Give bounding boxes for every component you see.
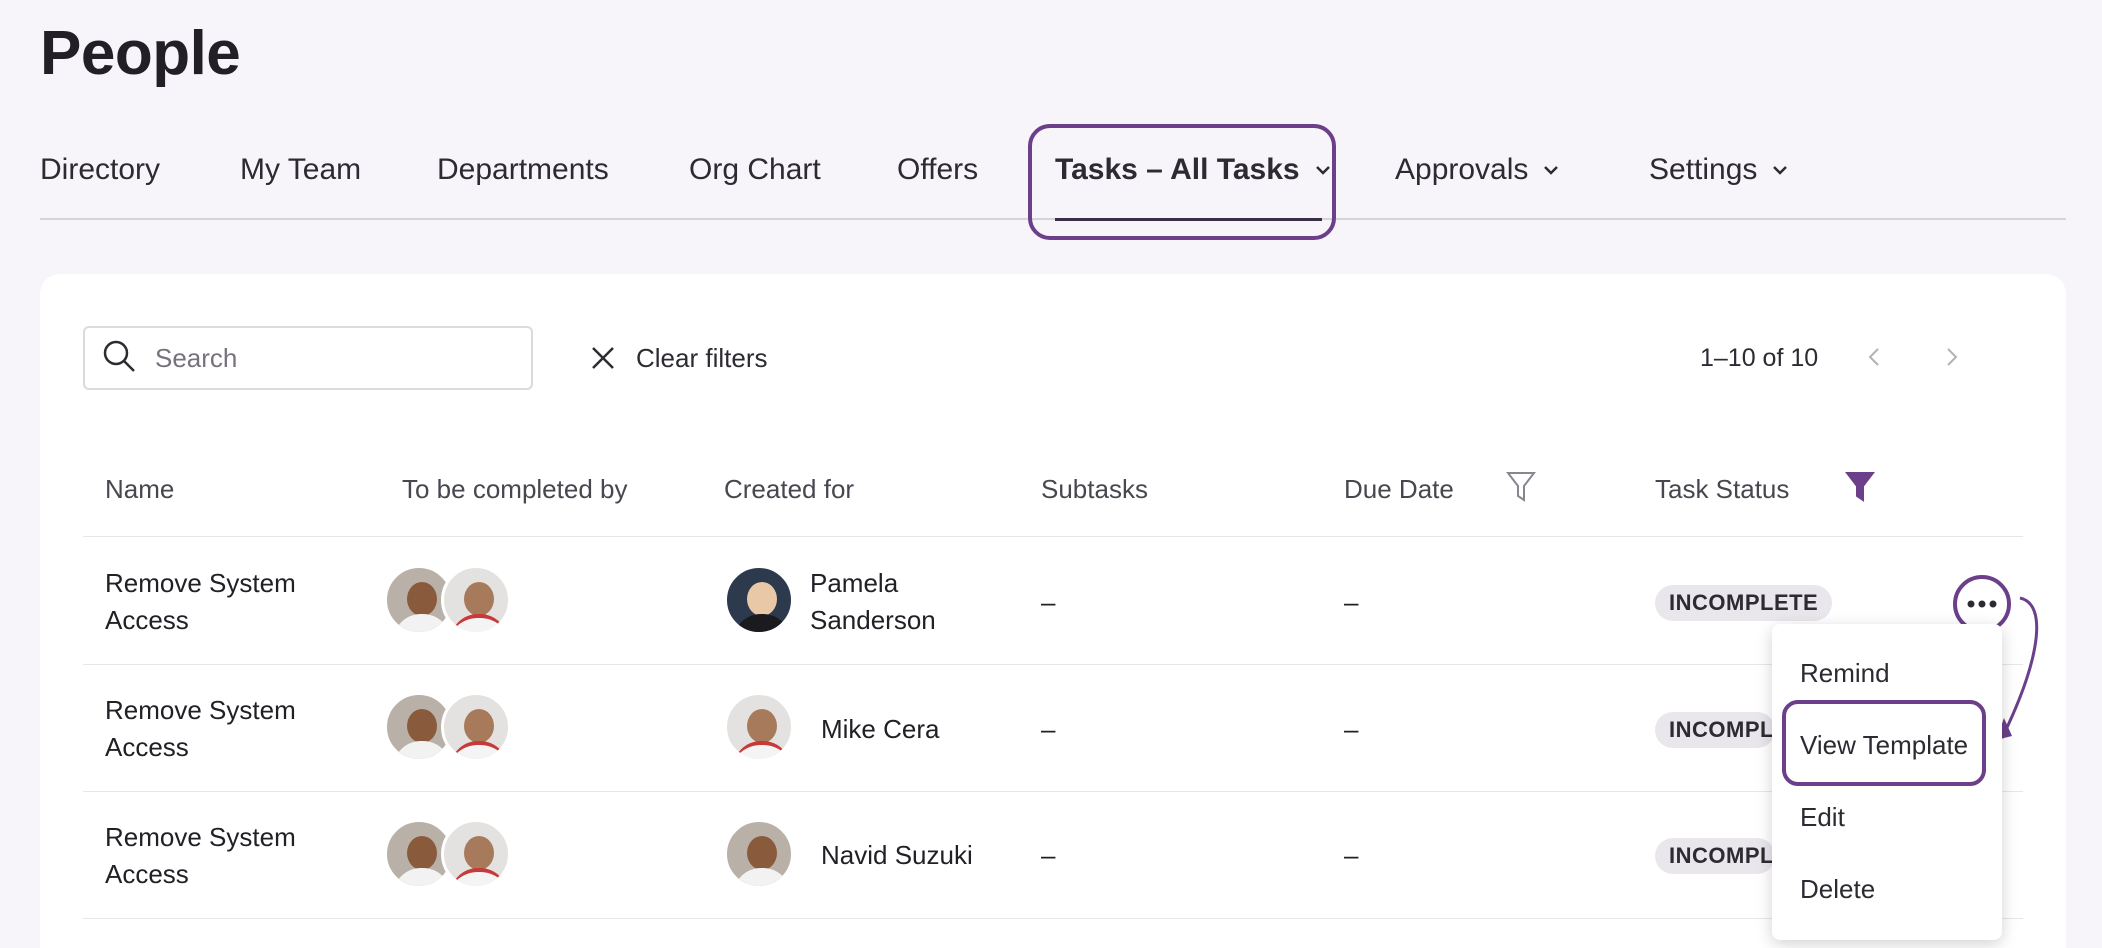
created-for-name: Pamela Sanderson xyxy=(810,565,936,639)
tab-label: Settings xyxy=(1649,153,1758,186)
column-header-due-date[interactable]: Due Date xyxy=(1344,474,1454,505)
page-title: People xyxy=(40,19,241,88)
column-header-name[interactable]: Name xyxy=(105,474,174,505)
task-name-line: Access xyxy=(105,605,189,635)
avatar xyxy=(724,565,794,635)
row-divider xyxy=(83,791,2023,792)
created-for-line: Pamela xyxy=(810,568,899,598)
task-name-line: Remove System xyxy=(105,822,296,852)
subtasks-value: – xyxy=(1041,714,1056,744)
tab-offers[interactable]: Offers xyxy=(897,120,978,220)
tab-label: Org Chart xyxy=(689,153,821,186)
column-header-to-be-completed-by[interactable]: To be completed by xyxy=(402,474,627,505)
row-divider xyxy=(83,664,2023,665)
tab-my-team[interactable]: My Team xyxy=(240,120,361,220)
avatar xyxy=(441,565,511,635)
status-badge: INCOMPLETE xyxy=(1655,838,1775,874)
task-name-line: Remove System xyxy=(105,568,296,598)
clear-filters-button[interactable]: Clear filters xyxy=(590,336,767,380)
pagination-range: 1–10 of 10 xyxy=(1700,344,1819,372)
task-name: Remove System Access xyxy=(105,692,296,766)
menu-item-delete[interactable]: Delete xyxy=(1800,874,1875,905)
tab-org-chart[interactable]: Org Chart xyxy=(689,120,821,220)
column-header-subtasks[interactable]: Subtasks xyxy=(1041,474,1148,505)
search-input[interactable] xyxy=(155,342,515,374)
clear-filters-label: Clear filters xyxy=(636,342,768,373)
close-icon xyxy=(590,345,616,371)
task-name-line: Remove System xyxy=(105,695,296,725)
avatar xyxy=(724,692,794,762)
task-name: Remove System Access xyxy=(105,565,296,639)
task-name-line: Access xyxy=(105,732,189,762)
chevron-down-icon xyxy=(1542,164,1560,176)
tab-approvals[interactable]: Approvals xyxy=(1395,120,1560,220)
status-badge: INCOMPLETE xyxy=(1655,585,1833,621)
task-name-line: Access xyxy=(105,859,189,889)
status-badge: INCOMPLETE xyxy=(1655,712,1775,748)
subtasks-value: – xyxy=(1041,840,1056,870)
avatar xyxy=(441,819,511,889)
tab-label: Approvals xyxy=(1395,153,1529,186)
created-for-name: Mike Cera xyxy=(821,714,940,744)
search-box[interactable] xyxy=(83,326,533,390)
task-name: Remove System Access xyxy=(105,819,296,893)
chevron-left-icon xyxy=(1868,348,1879,366)
created-for-name: Navid Suzuki xyxy=(821,840,973,870)
chevron-right-icon xyxy=(1947,348,1958,366)
tab-departments[interactable]: Departments xyxy=(437,120,609,220)
tab-settings[interactable]: Settings xyxy=(1649,120,1789,220)
search-icon xyxy=(101,338,137,379)
due-date-value: – xyxy=(1344,714,1359,744)
tab-directory[interactable]: Directory xyxy=(40,120,160,220)
tab-label: Directory xyxy=(40,153,161,186)
created-for-line: Sanderson xyxy=(810,605,936,635)
subtasks-value: – xyxy=(1041,587,1056,617)
row-divider xyxy=(83,918,2023,919)
tab-label: My Team xyxy=(240,153,362,186)
row-divider xyxy=(83,536,2023,537)
column-header-task-status[interactable]: Task Status xyxy=(1655,474,1789,505)
due-date-value: – xyxy=(1344,587,1359,617)
column-header-created-for[interactable]: Created for xyxy=(724,474,854,505)
menu-item-remind[interactable]: Remind xyxy=(1800,658,1890,689)
avatar xyxy=(724,819,794,889)
tab-label: Offers xyxy=(897,153,979,186)
tab-highlight-annotation xyxy=(1028,124,1336,240)
avatar xyxy=(441,692,511,762)
chevron-down-icon xyxy=(1771,164,1789,176)
prev-page-button[interactable] xyxy=(1858,340,1890,374)
tab-label: Departments xyxy=(437,153,609,186)
due-date-value: – xyxy=(1344,840,1359,870)
task-status-filter-icon[interactable] xyxy=(1844,470,1876,509)
due-date-filter-icon[interactable] xyxy=(1505,470,1537,509)
menu-highlight-annotation xyxy=(1782,700,1986,786)
next-page-button[interactable] xyxy=(1936,340,1968,374)
menu-item-edit[interactable]: Edit xyxy=(1800,802,1845,833)
